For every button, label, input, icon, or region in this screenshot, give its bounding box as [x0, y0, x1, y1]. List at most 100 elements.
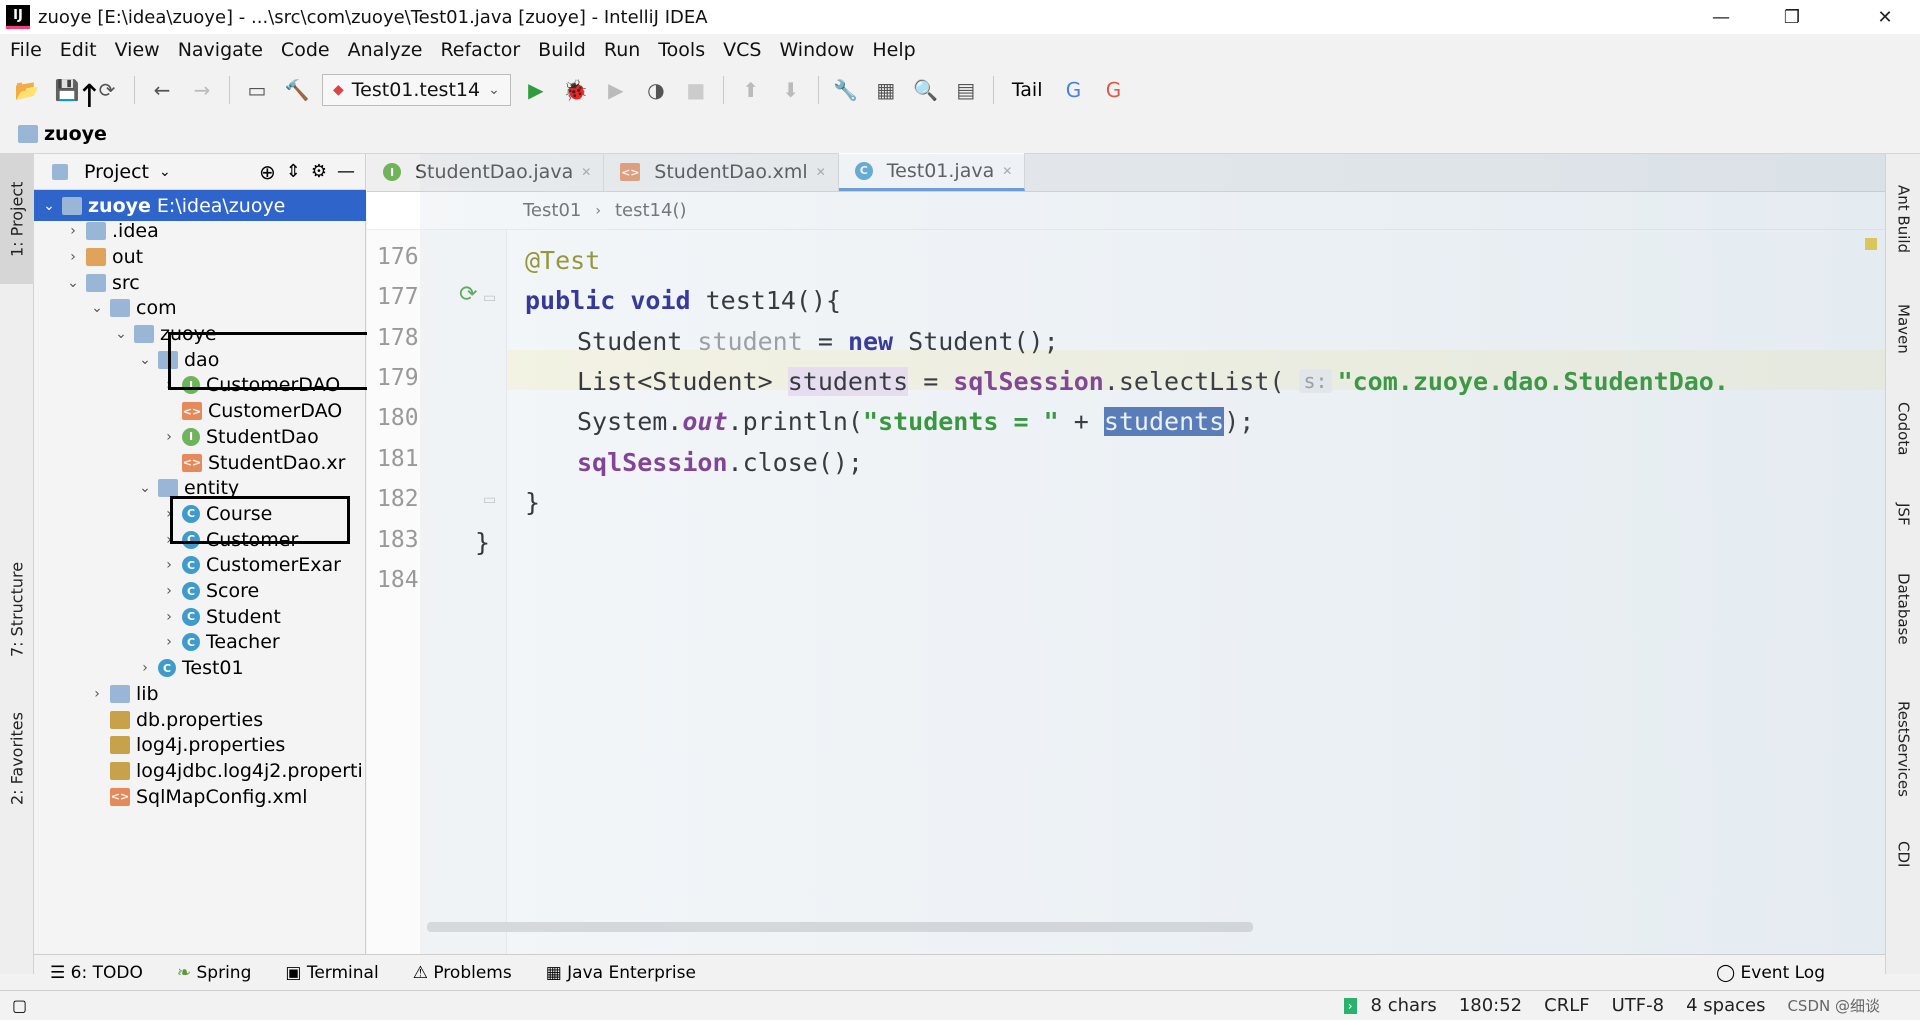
update-icon[interactable]: ⬆: [736, 75, 766, 105]
search-icon[interactable]: 🔍: [911, 75, 941, 105]
menu-analyze[interactable]: Analyze: [348, 39, 423, 61]
code-line-177[interactable]: public void test14(){: [525, 280, 841, 320]
fold-icon[interactable]: ▭: [483, 290, 496, 306]
chevron-down-icon[interactable]: ⌄: [112, 326, 130, 342]
warning-marker-icon[interactable]: [1865, 238, 1877, 250]
chevron-down-icon[interactable]: ⌄: [136, 480, 154, 496]
menu-build[interactable]: Build: [538, 39, 586, 61]
tree-node[interactable]: <> SqlMapConfig.xml: [34, 781, 366, 812]
chevron-right-icon[interactable]: ›: [64, 249, 82, 265]
indent-setting[interactable]: 4 spaces: [1686, 995, 1765, 1016]
project-view-selector[interactable]: Project: [84, 161, 149, 183]
close-icon[interactable]: ✕: [1002, 164, 1012, 178]
minimize-button[interactable]: —: [1686, 0, 1756, 34]
terminal-status-icon[interactable]: ›: [1343, 997, 1357, 1014]
tool-tab-terminal[interactable]: ▣ Terminal: [285, 963, 378, 983]
code-line-182[interactable]: }: [525, 482, 540, 522]
close-icon[interactable]: ✕: [816, 165, 826, 179]
code-line-181[interactable]: sqlSession .close();: [577, 442, 863, 482]
tab-test01-java[interactable]: C Test01.java ✕: [838, 153, 1026, 191]
profile-icon[interactable]: ◑: [641, 75, 671, 105]
translate-icon[interactable]: G: [1058, 75, 1088, 105]
tool-tab-todo[interactable]: ☰ 6: TODO: [50, 963, 143, 983]
run-configuration-dropdown[interactable]: ◆ Test01.test14 ⌄: [322, 74, 511, 106]
tool-tab-maven[interactable]: Maven: [1886, 284, 1920, 374]
chevron-down-icon[interactable]: ⌄: [64, 275, 82, 291]
tail-button[interactable]: Tail: [1012, 79, 1043, 101]
hide-panel-icon[interactable]: —: [337, 161, 355, 182]
maximize-button[interactable]: ❐: [1757, 0, 1827, 34]
chevron-right-icon[interactable]: ›: [160, 557, 178, 573]
menu-run[interactable]: Run: [604, 39, 640, 61]
tool-tab-restservices[interactable]: RestServices: [1886, 684, 1920, 814]
breadcrumb-class[interactable]: Test01: [523, 200, 581, 221]
chevron-right-icon[interactable]: ›: [88, 686, 106, 702]
file-encoding[interactable]: UTF-8: [1612, 995, 1664, 1016]
hide-tool-windows-icon[interactable]: ▢: [12, 996, 27, 1015]
chevron-down-icon[interactable]: ⌄: [159, 164, 171, 180]
chevron-down-icon[interactable]: ⌄: [88, 300, 106, 316]
code-line-176[interactable]: @Test: [525, 240, 600, 280]
locate-target-icon[interactable]: ⊕: [259, 160, 276, 184]
menu-code[interactable]: Code: [281, 39, 330, 61]
project-structure-icon[interactable]: ▦: [871, 75, 901, 105]
select-target-icon[interactable]: ▭: [242, 75, 272, 105]
menu-view[interactable]: View: [115, 39, 160, 61]
tool-tab-problems[interactable]: ⚠ Problems: [413, 963, 512, 983]
stop-icon[interactable]: ■: [681, 75, 711, 105]
horizontal-scrollbar[interactable]: [427, 922, 1253, 932]
collapse-all-icon[interactable]: ⇕: [286, 161, 301, 182]
run-icon[interactable]: ▶: [521, 75, 551, 105]
tool-tab-java-enterprise[interactable]: ▦ Java Enterprise: [546, 963, 696, 983]
commit-icon[interactable]: ⬇: [776, 75, 806, 105]
tool-tab-codota[interactable]: Codota: [1886, 384, 1920, 474]
close-button[interactable]: ✕: [1850, 0, 1920, 34]
close-icon[interactable]: ✕: [581, 165, 591, 179]
debug-bug-icon[interactable]: 🐞: [561, 75, 591, 105]
tool-tab-event-log[interactable]: ◯ Event Log: [1716, 963, 1825, 983]
tasks-icon[interactable]: ▤: [951, 75, 981, 105]
translate-replace-icon[interactable]: G: [1098, 75, 1128, 105]
tool-tab-project[interactable]: 1: Project: [0, 154, 34, 284]
menu-refactor[interactable]: Refactor: [440, 39, 520, 61]
nav-project-name[interactable]: zuoye: [44, 123, 107, 145]
code-line-179[interactable]: List<Student> students = sqlSession .sele…: [577, 361, 1729, 401]
menu-tools[interactable]: Tools: [658, 39, 705, 61]
tool-tab-favorites[interactable]: 2: Favorites: [0, 694, 34, 824]
chevron-down-icon[interactable]: ⌄: [136, 352, 154, 368]
menu-file[interactable]: File: [10, 39, 42, 61]
open-folder-icon[interactable]: 📂: [12, 75, 42, 105]
chevron-right-icon[interactable]: ›: [136, 660, 154, 676]
chevron-down-icon[interactable]: ⌄: [40, 198, 58, 214]
code-line-178[interactable]: Student student = new Student();: [577, 321, 1059, 361]
chevron-right-icon[interactable]: ›: [160, 634, 178, 650]
tool-tab-spring[interactable]: ❧ Spring: [177, 963, 252, 983]
build-hammer-icon[interactable]: 🔨: [282, 75, 312, 105]
menu-navigate[interactable]: Navigate: [178, 39, 263, 61]
tab-studentdao-java[interactable]: I StudentDao.java ✕: [367, 153, 605, 191]
forward-arrow-icon[interactable]: →: [187, 75, 217, 105]
tool-tab-structure[interactable]: 7: Structure: [0, 544, 34, 674]
gear-icon[interactable]: ⚙: [311, 161, 327, 182]
tool-tab-ant-build[interactable]: Ant Build: [1886, 164, 1920, 274]
chevron-right-icon[interactable]: ›: [160, 429, 178, 445]
menu-vcs[interactable]: VCS: [723, 39, 761, 61]
tool-tab-jsf[interactable]: JSF: [1886, 484, 1920, 544]
settings-wrench-icon[interactable]: 🔧: [831, 75, 861, 105]
menu-window[interactable]: Window: [779, 39, 854, 61]
caret-position[interactable]: 180:52: [1459, 995, 1522, 1016]
chevron-right-icon[interactable]: ›: [160, 583, 178, 599]
tool-tab-database[interactable]: Database: [1886, 554, 1920, 664]
breadcrumb-method[interactable]: test14(): [615, 200, 687, 221]
chevron-right-icon[interactable]: ›: [64, 223, 82, 239]
run-coverage-icon[interactable]: ▶: [601, 75, 631, 105]
code-line-180[interactable]: System. out .println("students = " + stude…: [577, 401, 1254, 441]
tab-studentdao-xml[interactable]: <> StudentDao.xml ✕: [604, 153, 839, 191]
fold-icon[interactable]: ▭: [483, 492, 496, 508]
chevron-right-icon[interactable]: ›: [160, 609, 178, 625]
line-separator[interactable]: CRLF: [1544, 995, 1589, 1016]
menu-edit[interactable]: Edit: [60, 39, 97, 61]
tool-tab-cdi[interactable]: CDI: [1886, 824, 1920, 884]
menu-help[interactable]: Help: [872, 39, 915, 61]
run-test-gutter-icon[interactable]: ⟳: [459, 282, 477, 307]
